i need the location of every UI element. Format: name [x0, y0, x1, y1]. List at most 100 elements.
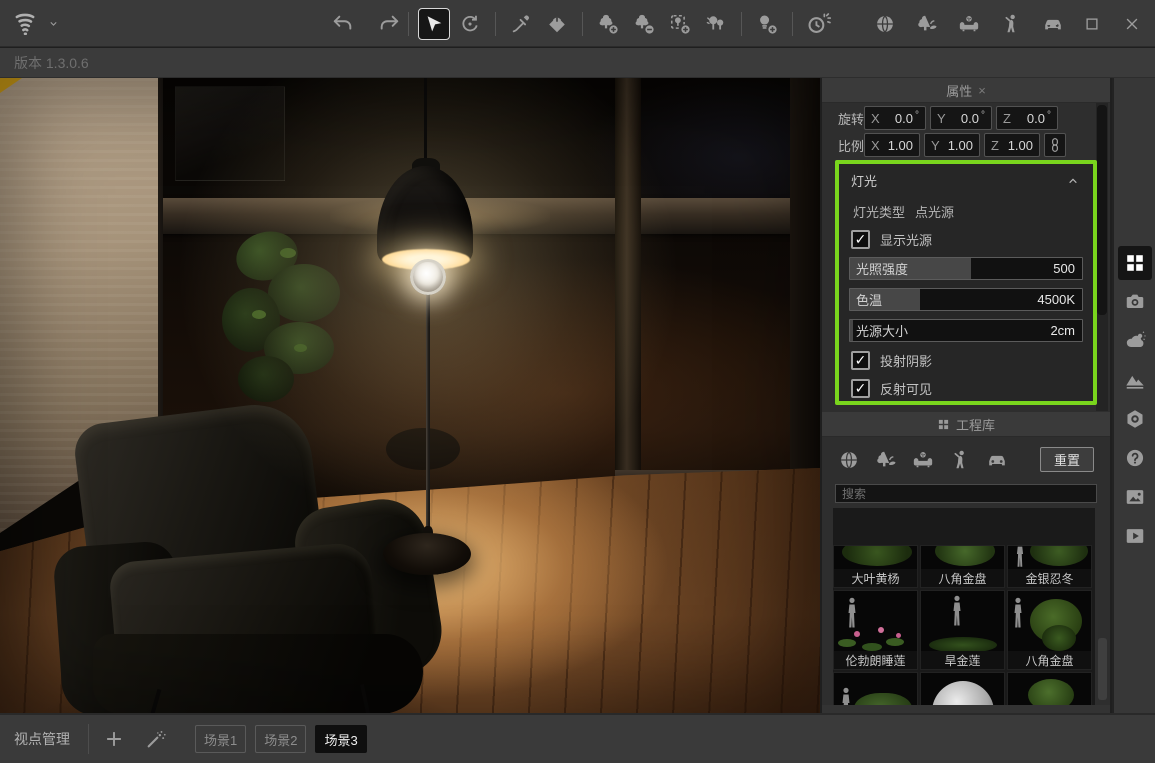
- rotation-x-field[interactable]: X 0.0 °: [864, 106, 926, 130]
- scene-tab-1[interactable]: 场景1: [195, 725, 246, 753]
- thumbnail-item[interactable]: 八角金盘: [920, 545, 1005, 588]
- properties-scrollbar[interactable]: [1096, 103, 1108, 411]
- render-settings-button[interactable]: [1118, 402, 1152, 436]
- image-export-button[interactable]: [1118, 480, 1152, 514]
- vegetation-brush-icon: [705, 13, 727, 35]
- brush-vegetation-button[interactable]: [701, 9, 731, 39]
- rotate-tool-button[interactable]: [455, 9, 485, 39]
- scatter-plus-icon: [669, 13, 691, 35]
- chevron-down-icon[interactable]: [47, 17, 60, 30]
- thumbnail-item[interactable]: 金银忍冬: [1007, 545, 1092, 588]
- time-of-day-button[interactable]: [803, 9, 833, 39]
- hexagon-nut-icon: [1124, 408, 1146, 430]
- scene-tab-3[interactable]: 场景3: [315, 725, 366, 753]
- show-source-checkbox[interactable]: ✓: [851, 230, 870, 249]
- vegetation-category-icon[interactable]: [875, 449, 897, 471]
- right-toolbar: [1112, 78, 1155, 713]
- light-section-header[interactable]: 灯光: [839, 164, 1093, 194]
- furniture-category-icon[interactable]: [912, 449, 934, 471]
- undo-icon: [332, 13, 354, 35]
- thumbnail-item[interactable]: 大叶黄杨: [833, 545, 918, 588]
- bottom-bar: 视点管理 场景1 场景2 场景3: [0, 713, 1155, 763]
- vehicle-category-icon[interactable]: [986, 449, 1008, 471]
- redo-button[interactable]: [374, 9, 404, 39]
- furniture-library-button[interactable]: [954, 9, 984, 39]
- material-library-button[interactable]: [870, 9, 900, 39]
- temperature-slider[interactable]: 色温 4500K: [849, 288, 1083, 311]
- chevron-up-icon[interactable]: [1065, 173, 1081, 189]
- globe-icon: [874, 13, 896, 35]
- library-scrollbar-thumb[interactable]: [1098, 638, 1107, 700]
- tree-minus-icon: [633, 13, 655, 35]
- select-tool-button[interactable]: [419, 9, 449, 39]
- toolbar-separator: [792, 12, 793, 36]
- leather-armchair: [58, 334, 430, 713]
- maximize-button[interactable]: [1077, 9, 1107, 39]
- rotation-row: 旋转 X 0.0 ° Y 0.0 ° Z 0.0 °: [822, 106, 1098, 130]
- thumbnail-item-sphere-material[interactable]: [920, 672, 1005, 705]
- tree-plus-icon: [597, 13, 619, 35]
- scene-tab-2[interactable]: 场景2: [255, 725, 306, 753]
- weather-button[interactable]: [1118, 324, 1152, 358]
- properties-header[interactable]: 属性 ×: [822, 78, 1110, 103]
- viewport-3d-scene[interactable]: [0, 78, 820, 713]
- scale-person-silhouette: [1012, 597, 1024, 629]
- intensity-label: 光照强度: [850, 259, 908, 278]
- character-category-icon[interactable]: [949, 449, 971, 471]
- scale-z-field[interactable]: Z 1.00: [984, 133, 1040, 157]
- source-size-value: 2cm: [1050, 323, 1082, 338]
- app-logo-menu[interactable]: [10, 9, 40, 39]
- thumbnail-item[interactable]: 八角金盘: [1007, 590, 1092, 670]
- temperature-label: 色温: [850, 290, 882, 309]
- link-axes-toggle[interactable]: [1044, 133, 1066, 157]
- help-button[interactable]: [1118, 441, 1152, 475]
- image-icon: [1124, 486, 1146, 508]
- library-header[interactable]: 工程库: [822, 412, 1110, 437]
- rotation-z-field[interactable]: Z 0.0 °: [996, 106, 1058, 130]
- library-grid-button[interactable]: [1118, 246, 1152, 280]
- mountain-icon: [1124, 369, 1146, 391]
- character-library-button[interactable]: [996, 9, 1026, 39]
- intensity-slider[interactable]: 光照强度 500: [849, 257, 1083, 280]
- minimize-button[interactable]: [1037, 9, 1067, 39]
- material-category-icon[interactable]: [838, 449, 860, 471]
- scale-person-silhouette: [1014, 545, 1026, 568]
- panel-footer: [822, 705, 1110, 713]
- add-light-button[interactable]: [752, 9, 782, 39]
- cast-shadow-checkbox[interactable]: ✓: [851, 351, 870, 370]
- close-button[interactable]: [1117, 9, 1147, 39]
- video-play-icon: [1124, 525, 1146, 547]
- viewpoint-management-label[interactable]: 视点管理: [0, 729, 88, 749]
- undo-button[interactable]: [328, 9, 358, 39]
- scatter-vegetation-button[interactable]: [665, 9, 695, 39]
- point-light-gizmo[interactable]: [410, 259, 446, 295]
- library-search-input[interactable]: [835, 484, 1097, 503]
- show-source-row: ✓ 显示光源: [839, 221, 1093, 249]
- thumbnail-item-bush[interactable]: [833, 672, 918, 705]
- scale-x-field[interactable]: X 1.00: [864, 133, 920, 157]
- light-type-label: 灯光类型: [853, 202, 905, 221]
- video-export-button[interactable]: [1118, 519, 1152, 553]
- source-size-field[interactable]: 光源大小 2cm: [849, 319, 1083, 342]
- thumbnail-item-tree[interactable]: [1007, 672, 1092, 705]
- properties-close-icon[interactable]: ×: [978, 83, 986, 98]
- scale-y-field[interactable]: Y 1.00: [924, 133, 980, 157]
- rotation-y-field[interactable]: Y 0.0 °: [930, 106, 992, 130]
- paint-bucket-tool-button[interactable]: [542, 9, 572, 39]
- thumbnail-item[interactable]: 旱金莲: [920, 590, 1005, 670]
- reset-button[interactable]: 重置: [1040, 447, 1094, 472]
- reflection-visible-checkbox[interactable]: ✓: [851, 379, 870, 398]
- add-viewpoint-button[interactable]: [97, 722, 131, 756]
- vegetation-library-button[interactable]: [912, 9, 942, 39]
- remove-vegetation-button[interactable]: [629, 9, 659, 39]
- terrain-button[interactable]: [1118, 363, 1152, 397]
- properties-scrollbar-thumb[interactable]: [1097, 105, 1107, 315]
- add-vegetation-button[interactable]: [593, 9, 623, 39]
- magic-wand-button[interactable]: [139, 722, 173, 756]
- light-type-value[interactable]: 点光源: [915, 202, 954, 221]
- version-bar: 版本 1.3.0.6: [0, 48, 1155, 78]
- grid-icon: [937, 418, 950, 431]
- thumbnail-item[interactable]: 伦勃朗睡莲: [833, 590, 918, 670]
- camera-button[interactable]: [1118, 285, 1152, 319]
- eyedropper-tool-button[interactable]: [506, 9, 536, 39]
